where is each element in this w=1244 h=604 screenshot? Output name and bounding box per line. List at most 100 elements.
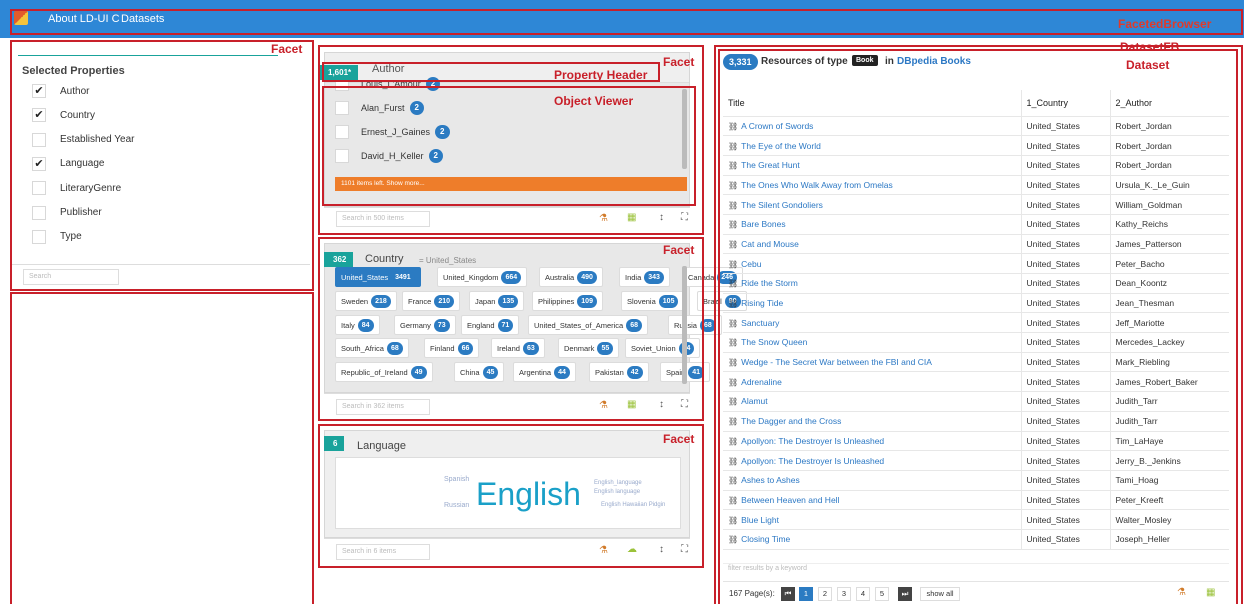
book-title-cell[interactable]: ⛓ Apollyon: The Destroyer Is Unleashed xyxy=(723,450,1021,471)
book-title[interactable]: Rising Tide xyxy=(741,298,783,308)
country-chip[interactable]: Slovenia 105 xyxy=(621,291,685,311)
table-row[interactable]: ⛓ Apollyon: The Destroyer Is Unleashed Uni… xyxy=(723,431,1229,452)
country-chip[interactable]: United_States 3491 xyxy=(335,267,421,287)
country-chip[interactable]: Republic_of_Ireland 49 xyxy=(335,362,433,382)
page-button[interactable]: 1 xyxy=(799,587,813,601)
cloud-word-english-language-2[interactable]: English language xyxy=(594,489,640,495)
book-title-cell[interactable]: ⛓ Bare Bones xyxy=(723,214,1021,235)
nav-datasets-link[interactable]: Datasets xyxy=(121,13,164,25)
table-row[interactable]: ⛓ Blue Light United_States Walter_Mosley xyxy=(723,509,1229,530)
country-chip[interactable]: Italy 84 xyxy=(335,315,380,335)
book-title[interactable]: Between Heaven and Hell xyxy=(741,495,839,505)
author-scrollbar[interactable] xyxy=(682,89,687,169)
table-row[interactable]: ⛓ Ride the Storm United_States Dean_Koontz xyxy=(723,273,1229,294)
book-title[interactable]: Apollyon: The Destroyer Is Unleashed xyxy=(741,456,884,466)
table-row[interactable]: ⛓ Sanctuary United_States Jeff_Mariotte xyxy=(723,312,1229,334)
book-title-cell[interactable]: ⛓ The Ones Who Walk Away from Omelas xyxy=(723,175,1021,196)
country-chip[interactable]: South_Africa 68 xyxy=(335,338,409,358)
country-chip[interactable]: Argentina 44 xyxy=(513,362,576,382)
book-title[interactable]: Closing Time xyxy=(741,534,790,544)
country-chip[interactable]: Japan 135 xyxy=(469,291,525,311)
flask-icon[interactable]: ⚗ xyxy=(599,213,608,224)
book-title[interactable]: The Eye of the World xyxy=(741,141,821,151)
book-title-cell[interactable]: ⛓ Between Heaven and Hell xyxy=(723,490,1021,511)
table-row[interactable]: ⛓ Between Heaven and Hell United_States Pet… xyxy=(723,490,1229,511)
property-item[interactable]: Established Year xyxy=(32,129,135,151)
expand-icon[interactable]: ⛶ xyxy=(681,544,688,555)
sort-icon[interactable]: ↕ xyxy=(659,399,664,410)
sort-icon[interactable]: ↕ xyxy=(659,212,664,223)
book-title-cell[interactable]: ⛓ Cebu xyxy=(723,253,1021,274)
country-chip[interactable]: Philippines 109 xyxy=(532,291,603,311)
property-checkbox[interactable] xyxy=(32,205,46,220)
sort-icon[interactable]: ↕ xyxy=(659,544,664,555)
country-chip[interactable]: India 343 xyxy=(619,267,670,287)
book-title[interactable]: The Dagger and the Cross xyxy=(741,416,841,426)
property-checkbox[interactable]: ✔ xyxy=(32,84,46,98)
property-item[interactable]: LiteraryGenre xyxy=(32,177,121,199)
page-button[interactable]: 2 xyxy=(818,587,832,601)
book-title-cell[interactable]: ⛓ Alamut xyxy=(723,391,1021,412)
table-row[interactable]: ⛓ A Crown of Swords United_States Robert_Jo… xyxy=(723,116,1229,137)
page-button[interactable]: 3 xyxy=(837,587,851,601)
table-row[interactable]: ⛓ Wedge - The Secret War between the FBI … xyxy=(723,352,1229,373)
country-chip[interactable]: Ireland 63 xyxy=(491,338,545,358)
author-item[interactable]: David_H_Keller 2 xyxy=(335,145,443,167)
app-logo-icon[interactable] xyxy=(14,11,28,25)
book-title-cell[interactable]: ⛓ Ride the Storm xyxy=(723,273,1021,294)
grid-icon[interactable]: ▦ xyxy=(1206,587,1215,598)
column-header-author[interactable]: 2_Author xyxy=(1109,90,1229,117)
table-row[interactable]: ⛓ The Dagger and the Cross United_States Ju… xyxy=(723,411,1229,432)
book-title[interactable]: Bare Bones xyxy=(741,219,785,229)
book-title-cell[interactable]: ⛓ The Snow Queen xyxy=(723,332,1021,353)
book-title[interactable]: Cat and Mouse xyxy=(741,239,799,249)
country-chip[interactable]: Denmark 55 xyxy=(558,338,620,358)
dataset-source-link[interactable]: DBpedia Books xyxy=(897,56,971,67)
table-row[interactable]: ⛓ Alamut United_States Judith_Tarr xyxy=(723,391,1229,412)
author-item-checkbox[interactable] xyxy=(335,125,349,139)
property-item[interactable]: ✔ Country xyxy=(32,104,95,126)
language-search-input[interactable]: Search in 6 items xyxy=(336,544,430,560)
country-chip[interactable]: Australia 490 xyxy=(539,267,603,287)
table-row[interactable]: ⛓ Rising Tide United_States Jean_Thesman xyxy=(723,293,1229,314)
cloud-word-hawaiian-pidgin[interactable]: English Hawaiian Pidgin xyxy=(601,502,665,508)
table-row[interactable]: ⛓ Bare Bones United_States Kathy_Reichs xyxy=(723,214,1229,235)
country-chip[interactable]: United_Kingdom 664 xyxy=(437,267,528,287)
book-title-cell[interactable]: ⛓ The Dagger and the Cross xyxy=(723,411,1021,432)
book-title[interactable]: The Great Hunt xyxy=(741,160,800,170)
table-row[interactable]: ⛓ Adrenaline United_States James_Robert_Bak… xyxy=(723,371,1229,393)
book-title[interactable]: Alamut xyxy=(741,396,767,406)
country-chip[interactable]: France 210 xyxy=(402,291,461,311)
table-row[interactable]: ⛓ Ashes to Ashes United_States Tami_Hoag xyxy=(723,470,1229,491)
country-chip[interactable]: Finland 66 xyxy=(424,338,480,358)
property-checkbox[interactable]: ✔ xyxy=(32,108,46,123)
book-title-cell[interactable]: ⛓ Cat and Mouse xyxy=(723,234,1021,255)
column-header-country[interactable]: 1_Country xyxy=(1020,90,1110,117)
first-page-button[interactable]: ⏮ xyxy=(781,587,795,601)
book-title-cell[interactable]: ⛓ The Silent Gondoliers xyxy=(723,194,1021,215)
book-title[interactable]: Wedge - The Secret War between the FBI a… xyxy=(741,357,932,367)
property-item[interactable]: ✔ Author xyxy=(32,80,89,102)
book-title-cell[interactable]: ⛓ Sanctuary xyxy=(723,312,1021,334)
table-row[interactable]: ⛓ The Eye of the World United_States Robert… xyxy=(723,135,1229,156)
author-item-checkbox[interactable] xyxy=(335,149,349,163)
author-item-checkbox[interactable] xyxy=(335,101,349,115)
show-all-button[interactable]: show all xyxy=(920,587,960,601)
country-chip[interactable]: Soviet_Union54 xyxy=(625,338,701,358)
cloud-word-spanish[interactable]: Spanish xyxy=(444,476,469,483)
show-more-button[interactable]: 1101 items left. Show more... xyxy=(335,177,687,191)
property-checkbox[interactable]: ✔ xyxy=(32,156,46,171)
filter-results-input[interactable]: filter results by a keyword xyxy=(728,565,807,572)
property-checkbox[interactable] xyxy=(32,229,46,244)
expand-icon[interactable]: ⛶ xyxy=(681,212,688,223)
grid-icon[interactable]: ▦ xyxy=(627,399,636,410)
expand-icon[interactable]: ⛶ xyxy=(681,399,688,410)
column-header-title[interactable]: Title xyxy=(723,90,1021,117)
property-item[interactable]: Publisher xyxy=(32,202,102,224)
page-button[interactable]: 5 xyxy=(875,587,889,601)
author-item[interactable]: Ernest_J_Gaines 2 xyxy=(335,121,450,143)
nav-about-link[interactable]: About LD-UI C xyxy=(48,13,120,25)
flask-icon[interactable]: ⚗ xyxy=(599,400,608,411)
flask-icon[interactable]: ⚗ xyxy=(1177,587,1186,598)
cloud-word-russian[interactable]: Russian xyxy=(444,502,469,509)
